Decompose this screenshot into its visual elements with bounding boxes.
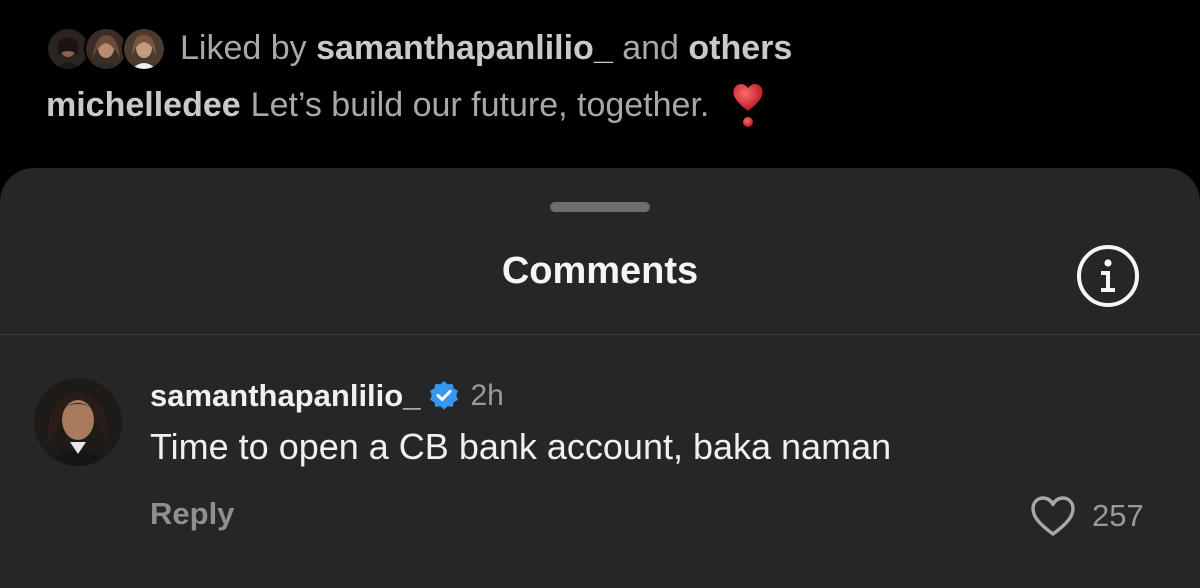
likes-text[interactable]: Liked by samanthapanlilio_ and others bbox=[180, 29, 792, 68]
likes-connector: and bbox=[622, 28, 679, 67]
caption-username[interactable]: michelledee bbox=[46, 86, 241, 125]
header-divider bbox=[0, 334, 1200, 335]
like-count: 257 bbox=[1092, 498, 1144, 533]
likes-prefix: Liked by bbox=[180, 28, 307, 67]
liker-avatar bbox=[122, 27, 166, 71]
heart-outline-icon[interactable] bbox=[1030, 495, 1076, 537]
liker-avatar-stack[interactable] bbox=[46, 25, 168, 71]
heart-exclamation-emoji bbox=[731, 81, 765, 129]
likes-others-link[interactable]: others bbox=[688, 29, 792, 67]
info-icon[interactable] bbox=[1076, 244, 1140, 308]
avatar[interactable] bbox=[34, 378, 122, 466]
comment-text: Time to open a CB bank account, baka nam… bbox=[150, 426, 892, 467]
comment-header: samanthapanlilio_ 2h bbox=[150, 374, 504, 418]
liked-by-username[interactable]: samanthapanlilio_ bbox=[316, 29, 613, 67]
sheet-drag-handle[interactable] bbox=[550, 202, 650, 212]
comments-sheet: Comments samanthapanlilio_ 2h Time to op… bbox=[0, 168, 1200, 588]
comment-timestamp: 2h bbox=[470, 379, 504, 412]
caption-text: Let’s build our future, together. bbox=[250, 85, 710, 124]
comment-like[interactable]: 257 bbox=[1030, 494, 1144, 538]
verified-badge-icon bbox=[430, 381, 459, 410]
likes-row[interactable]: Liked by samanthapanlilio_ and others bbox=[46, 22, 792, 74]
post-footer: Liked by samanthapanlilio_ and others mi… bbox=[0, 0, 1200, 168]
comment-username[interactable]: samanthapanlilio_ bbox=[150, 378, 420, 414]
sheet-title: Comments bbox=[501, 250, 699, 292]
caption-row: michelledee Let’s build our future, toge… bbox=[46, 78, 765, 132]
reply-button[interactable]: Reply bbox=[150, 496, 234, 532]
